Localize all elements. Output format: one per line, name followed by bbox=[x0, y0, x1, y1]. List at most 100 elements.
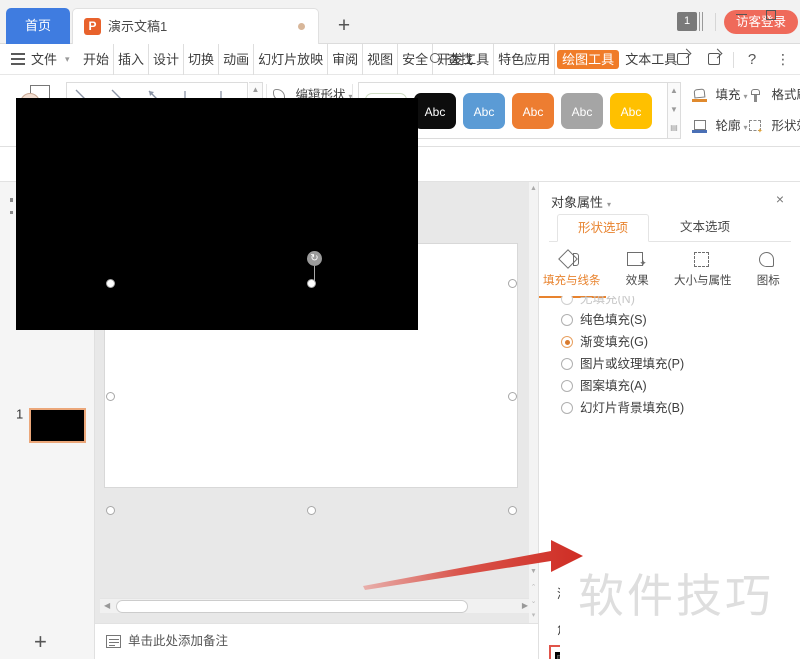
new-tab-button[interactable]: + bbox=[330, 12, 358, 40]
shape-style-swatch-label: Abc bbox=[571, 104, 593, 119]
shape-style-swatch-1[interactable]: Abc bbox=[414, 92, 456, 129]
outline-button[interactable]: 轮廓 ▾ bbox=[692, 115, 748, 134]
scroll-end-icon[interactable]: ▾ bbox=[529, 611, 538, 619]
menu-item-8[interactable]: 安全 bbox=[398, 44, 434, 75]
tab-text-options[interactable]: 文本选项 bbox=[659, 214, 751, 242]
style-scroll-down-icon[interactable]: ▼ bbox=[668, 105, 680, 114]
add-slide-label: + bbox=[34, 629, 47, 654]
shape-style-swatch-3[interactable]: Abc bbox=[512, 92, 554, 129]
scroll-down-icon[interactable]: ▼ bbox=[529, 568, 538, 575]
more-icon[interactable]: ⋮ bbox=[770, 48, 796, 71]
resize-handle-bottom-center[interactable] bbox=[307, 506, 316, 515]
collaborate-icon[interactable] bbox=[702, 48, 728, 71]
resize-handle-bottom-left[interactable] bbox=[106, 506, 115, 515]
icon-icon bbox=[755, 250, 781, 272]
resize-handle-middle-left[interactable] bbox=[106, 392, 115, 401]
menu-item-2[interactable]: 设计 bbox=[149, 44, 185, 75]
notes-bar[interactable]: 单击此处添加备注 bbox=[95, 623, 538, 659]
fill-line-icon bbox=[557, 249, 585, 272]
menu-item-label: 设计 bbox=[153, 52, 180, 67]
menu-item-7[interactable]: 视图 bbox=[363, 44, 399, 75]
tab-home-label: 首页 bbox=[24, 18, 51, 33]
shape-style-swatch-label: Abc bbox=[522, 104, 544, 119]
shape-style-swatch-4[interactable]: Abc bbox=[561, 92, 603, 129]
tab-modified-dot[interactable] bbox=[298, 23, 305, 30]
wps-ppt-icon: P bbox=[84, 18, 101, 35]
tab-shape-options[interactable]: 形状选项 bbox=[557, 214, 649, 242]
style-scroll-up-icon[interactable]: ▲ bbox=[668, 86, 680, 95]
fill-button[interactable]: 填充 ▾ bbox=[692, 84, 748, 103]
menu-file-label: 文件 bbox=[31, 52, 58, 67]
rotate-icon[interactable]: ↻ bbox=[307, 251, 322, 266]
tab-home[interactable]: 首页 bbox=[6, 8, 70, 44]
size-properties-icon bbox=[690, 250, 716, 272]
resize-handle-top-center[interactable] bbox=[307, 279, 316, 288]
slide-thumbnail-1[interactable] bbox=[29, 408, 86, 443]
tab-shape-options-label: 形状选项 bbox=[577, 221, 628, 235]
resize-handle-middle-right[interactable] bbox=[508, 392, 517, 401]
shape-style-swatch-5[interactable]: Abc bbox=[610, 92, 652, 129]
add-slide-button[interactable]: + bbox=[34, 629, 47, 655]
scroll-next-slide-icon[interactable]: ⌄ bbox=[529, 597, 538, 605]
menu-item-1[interactable]: 插入 bbox=[114, 44, 150, 75]
help-icon[interactable]: ? bbox=[739, 48, 765, 71]
radio-icon[interactable] bbox=[561, 336, 573, 348]
horizontal-scroll-thumb[interactable] bbox=[116, 600, 468, 613]
menu-item-3[interactable]: 切换 bbox=[184, 44, 220, 75]
menu-items: 开始 插入 设计 切换 动画 幻灯片放映 审阅 视图 安全 开发工具 特色应用 绘图工具 文本工具 bbox=[79, 44, 681, 75]
outline-label: 轮廓 bbox=[715, 119, 741, 133]
chevron-down-icon[interactable]: ▾ bbox=[65, 44, 70, 75]
shape-style-swatch-2[interactable]: Abc bbox=[463, 92, 505, 129]
menu-item-label: 文本工具 bbox=[625, 52, 678, 67]
menu-item-6[interactable]: 审阅 bbox=[328, 44, 364, 75]
format-painter-icon bbox=[748, 88, 764, 103]
hamburger-icon[interactable] bbox=[11, 53, 25, 65]
resize-handle-bottom-right[interactable] bbox=[508, 506, 517, 515]
wps-presentation-window: 首页 P 演示文稿1 + 1 访客登录 文件 ▾ 开始 插入 设计 切换 动画 幻灯片放映… bbox=[0, 0, 800, 659]
menu-search[interactable]: 查找 bbox=[430, 44, 473, 75]
shape-style-swatch-label: Abc bbox=[424, 104, 446, 119]
scroll-right-icon[interactable]: ▶ bbox=[522, 601, 528, 610]
menu-right-separator bbox=[733, 51, 734, 68]
close-icon[interactable]: × bbox=[772, 191, 788, 207]
minimize-icon[interactable] bbox=[730, 5, 752, 23]
style-gallery-more-icon[interactable]: ▤ bbox=[668, 123, 680, 132]
canvas-horizontal-scrollbar[interactable]: ◀ ▶ bbox=[100, 598, 532, 613]
menu-item-0[interactable]: 开始 bbox=[79, 44, 115, 75]
radio-icon[interactable] bbox=[561, 358, 573, 370]
menu-item-11[interactable]: 绘图工具 bbox=[557, 50, 620, 69]
notes-placeholder: 单击此处添加备注 bbox=[128, 634, 229, 648]
format-painter-button[interactable]: 格式刷 bbox=[748, 84, 800, 103]
style-gallery-scrollbar[interactable]: ▲ ▼ ▤ bbox=[668, 82, 681, 139]
menu-item-10[interactable]: 特色应用 bbox=[494, 44, 556, 75]
shape-effects-button[interactable]: ✦ 形状效果 bbox=[748, 115, 800, 135]
format-painter-label: 格式刷 bbox=[771, 88, 800, 102]
menu-item-label: 动画 bbox=[223, 52, 250, 67]
outline-icon bbox=[692, 119, 708, 134]
panel-title[interactable]: 对象属性 ▾ bbox=[551, 192, 611, 211]
notes-icon bbox=[106, 635, 121, 648]
menu-item-label: 视图 bbox=[367, 52, 394, 67]
menu-item-4[interactable]: 动画 bbox=[219, 44, 255, 75]
shape-effects-icon: ✦ bbox=[748, 119, 764, 135]
scroll-up-icon[interactable]: ▲ bbox=[529, 185, 538, 192]
menu-item-5[interactable]: 幻灯片放映 bbox=[254, 44, 329, 75]
radio-icon[interactable] bbox=[561, 402, 573, 414]
maximize-icon[interactable] bbox=[760, 5, 782, 23]
menu-item-label: 插入 bbox=[118, 52, 145, 67]
share-icon[interactable] bbox=[671, 48, 697, 71]
selected-shape-rectangle[interactable] bbox=[16, 98, 418, 330]
resize-handle-top-right[interactable] bbox=[508, 279, 517, 288]
scroll-left-icon[interactable]: ◀ bbox=[104, 601, 110, 610]
radio-icon[interactable] bbox=[561, 380, 573, 392]
tab-document[interactable]: P 演示文稿1 bbox=[72, 8, 319, 44]
gallery-scroll-up-icon[interactable]: ▲ bbox=[249, 85, 262, 94]
canvas-vertical-scrollbar[interactable]: ▲ ▼ ⌃ ⌄ ▾ bbox=[529, 182, 538, 623]
count-badge[interactable]: 1 bbox=[677, 12, 697, 31]
resize-handle-top-left[interactable] bbox=[106, 279, 115, 288]
scroll-prev-slide-icon[interactable]: ⌃ bbox=[529, 583, 538, 591]
radio-icon[interactable] bbox=[561, 314, 573, 326]
menu-item-label: 审阅 bbox=[332, 52, 359, 67]
menu-file[interactable]: 文件 bbox=[31, 44, 57, 75]
close-label: × bbox=[775, 191, 785, 207]
